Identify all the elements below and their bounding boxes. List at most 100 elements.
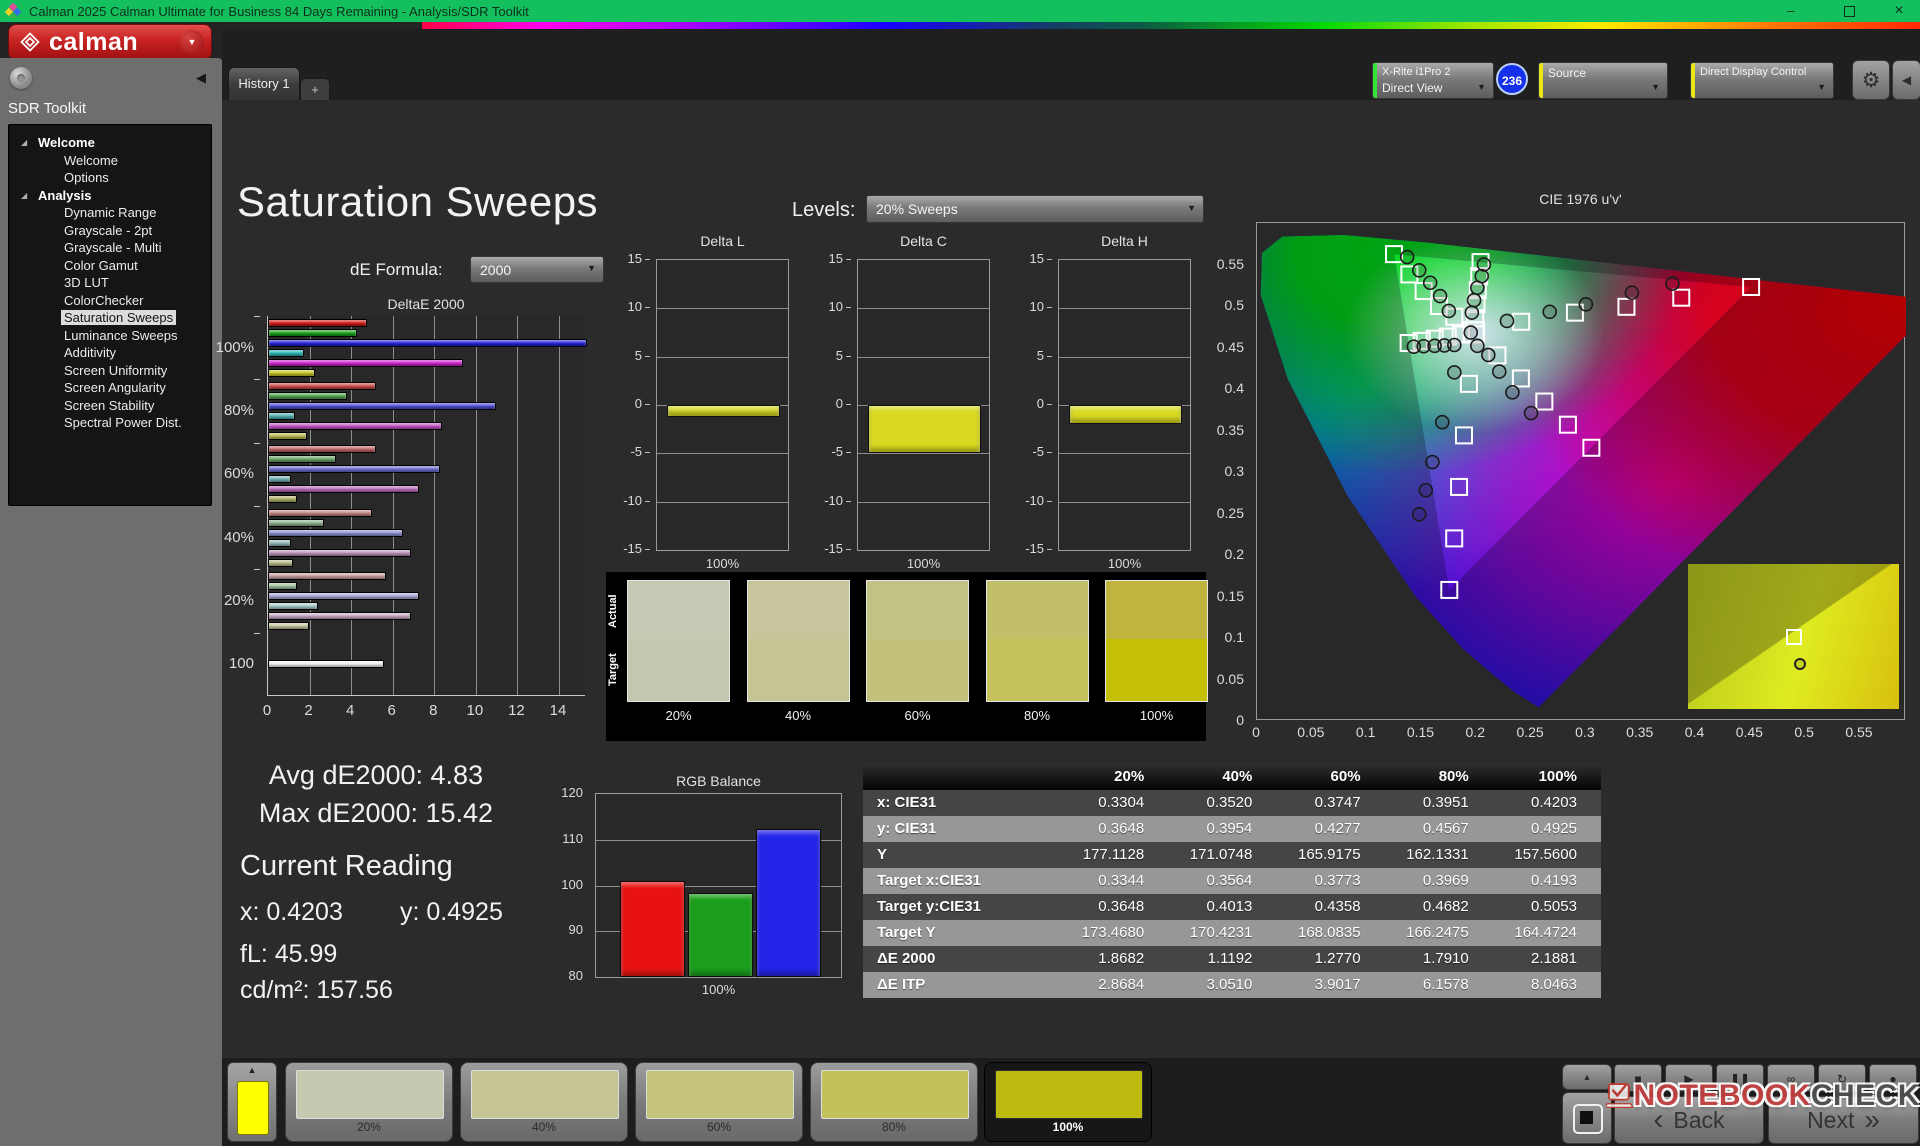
sidebar-item-grayscale-2pt[interactable]: Grayscale - 2pt (9, 222, 211, 240)
gridline (1059, 501, 1190, 503)
play-button[interactable]: ▶ (1665, 1064, 1713, 1092)
sidebar-item-analysis[interactable]: ◢ Analysis (9, 187, 211, 205)
deltae-bar-cyan (268, 601, 318, 610)
pattern-patch-60[interactable]: 60% (635, 1062, 803, 1142)
table-row-e-itp: ΔE ITP 2.8684 3.0510 3.9017 6.1578 8.0463 (863, 972, 1601, 998)
stop-icon (1573, 1104, 1603, 1134)
record-button[interactable]: ● (1869, 1064, 1917, 1092)
deltae-category-label: 100 (228, 655, 254, 673)
back-button[interactable]: ‹ Back (1614, 1096, 1764, 1144)
table-row-label: ΔE 2000 (877, 950, 936, 967)
chevron-down-icon: ▼ (1187, 203, 1196, 213)
cie-x-tick-label: 0.15 (1406, 724, 1435, 740)
table-row-label: ΔE ITP (877, 976, 926, 993)
y-tick-label: 10 (1029, 299, 1044, 315)
sidebar-item-welcome[interactable]: ◢ Welcome (9, 134, 211, 152)
table-cell: 177.1128 (1082, 846, 1145, 863)
deltae-bar-yellow (268, 495, 297, 504)
pattern-patch-20[interactable]: 20% (285, 1062, 453, 1142)
patch-color-chip (296, 1070, 444, 1119)
y-tick-label: 0 (1036, 396, 1044, 411)
table-cell: 1.7910 (1422, 950, 1469, 967)
sidebar-header: SDR Toolkit (8, 100, 87, 117)
axis-tick (645, 549, 650, 550)
table-cell: 0.4358 (1314, 898, 1361, 915)
add-tab-button[interactable]: + (300, 78, 330, 100)
cie-x-tick-label: 0.55 (1845, 724, 1873, 740)
workflow-indicator[interactable] (10, 67, 32, 89)
chevron-down-icon: ▼ (1477, 82, 1486, 92)
axis-tick (1047, 307, 1052, 309)
meter-dropdown[interactable]: X-Rite i1Pro 2 Direct View ▼ (1372, 62, 1494, 99)
sidebar-item-grayscale-multi[interactable]: Grayscale - Multi (9, 239, 211, 257)
table-row-label: y: CIE31 (877, 820, 937, 837)
collapse-panel-button[interactable]: ◀ (1892, 60, 1920, 100)
table-cell: 0.3304 (1098, 794, 1145, 811)
delta-c-chart (857, 259, 990, 551)
expander-icon[interactable]: ◢ (21, 134, 27, 152)
pattern-patch-80[interactable]: 80% (810, 1062, 978, 1142)
cie-y-tick-label: 0.35 (1216, 421, 1244, 438)
delta-l-title: Delta L (700, 233, 745, 249)
measurement-table: 20% 40% 60% 80% 100% x: CIE31 0.3304 0.3520 0.37… (863, 764, 1601, 998)
panel-up-button[interactable]: ▲ (1562, 1064, 1612, 1090)
stop-button[interactable]: ■ (1614, 1064, 1662, 1092)
deltae-category-label: 20% (223, 592, 254, 609)
deltae-category-label: 100% (215, 338, 254, 356)
close-button[interactable]: × (1878, 0, 1920, 22)
cie-chart-title: CIE 1976 u'v' (1539, 191, 1622, 207)
next-button[interactable]: Next » (1768, 1096, 1919, 1144)
y-tick-label: -5 (1032, 444, 1044, 460)
cie-measured-marker-red (1499, 313, 1515, 329)
pattern-preview-tile[interactable]: ▲ (227, 1062, 277, 1142)
table-cell: 165.9175 (1297, 846, 1361, 863)
y-tick-label: -15 (1025, 541, 1044, 556)
deltae-bar-yellow (268, 431, 308, 440)
restore-button[interactable] (1828, 0, 1870, 22)
deltae-x-tick-label: 12 (508, 702, 525, 719)
sidebar-item-label: Luminance Sweeps (64, 327, 178, 343)
pause-button[interactable]: ❚❚ (1716, 1064, 1764, 1092)
sidebar-item-color-gamut[interactable]: Color Gamut (9, 257, 211, 275)
loop-button[interactable]: ∞ (1767, 1064, 1815, 1092)
record-icon: ● (1889, 1072, 1897, 1086)
sidebar-item-welcome[interactable]: Welcome (9, 152, 211, 170)
cie-measured-marker-blue (1411, 507, 1427, 522)
patch-color-chip (471, 1070, 619, 1119)
max-de2000-reading: Max dE2000: 15.42 (258, 798, 494, 828)
expander-icon[interactable]: ◢ (21, 187, 27, 205)
deltae-bar-cyan (268, 475, 291, 484)
deltae-bar-red (268, 508, 372, 517)
y-tick-label: -5 (831, 444, 843, 460)
sidebar-item-dynamic-range[interactable]: Dynamic Range (9, 204, 211, 222)
stop-measure-button[interactable] (1562, 1092, 1612, 1144)
sidebar-item-3d-lut[interactable]: 3D LUT (9, 274, 211, 292)
pause-icon: ❚❚ (1729, 1072, 1751, 1086)
source-dropdown[interactable]: Source ▼ (1538, 62, 1668, 99)
cie-measured-marker-yellow (1466, 292, 1482, 308)
cie-measured-marker-blue (1434, 414, 1450, 430)
pattern-patch-100[interactable]: 100% (984, 1062, 1152, 1142)
de-formula-dropdown[interactable]: 2000 ▼ (470, 256, 604, 283)
levels-dropdown[interactable]: 20% Sweeps ▼ (866, 195, 1204, 223)
swatch-80 (985, 580, 1089, 702)
sidebar-collapse-button[interactable]: ◀ (190, 67, 212, 89)
chevron-up-icon: ▲ (247, 1065, 257, 1075)
sidebar-item-options[interactable]: Options (9, 169, 211, 187)
cie-measured-marker-yellow (1464, 305, 1480, 320)
y-tick-label: -10 (1025, 492, 1044, 508)
settings-button[interactable]: ⚙ (1852, 60, 1890, 100)
deltae-bar-blue (268, 591, 420, 600)
cie-y-tick-label: 0.45 (1216, 338, 1244, 355)
sidebar-item-colorchecker[interactable]: ColorChecker (9, 292, 211, 310)
tab-history-1[interactable]: History 1 (228, 67, 300, 100)
meter-count-badge[interactable]: 236 (1496, 63, 1528, 95)
refresh-button[interactable]: ↻ (1818, 1064, 1866, 1092)
calman-menu-arrow[interactable]: ▼ (180, 30, 204, 54)
swatch-target (986, 639, 1088, 701)
calman-menu-button[interactable]: calman ▼ (8, 24, 212, 60)
display-control-dropdown[interactable]: Direct Display Control ▼ (1690, 62, 1834, 99)
minimize-button[interactable]: – (1770, 0, 1812, 22)
pattern-patch-40[interactable]: 40% (460, 1062, 628, 1142)
deltae-bar-green (268, 328, 358, 337)
